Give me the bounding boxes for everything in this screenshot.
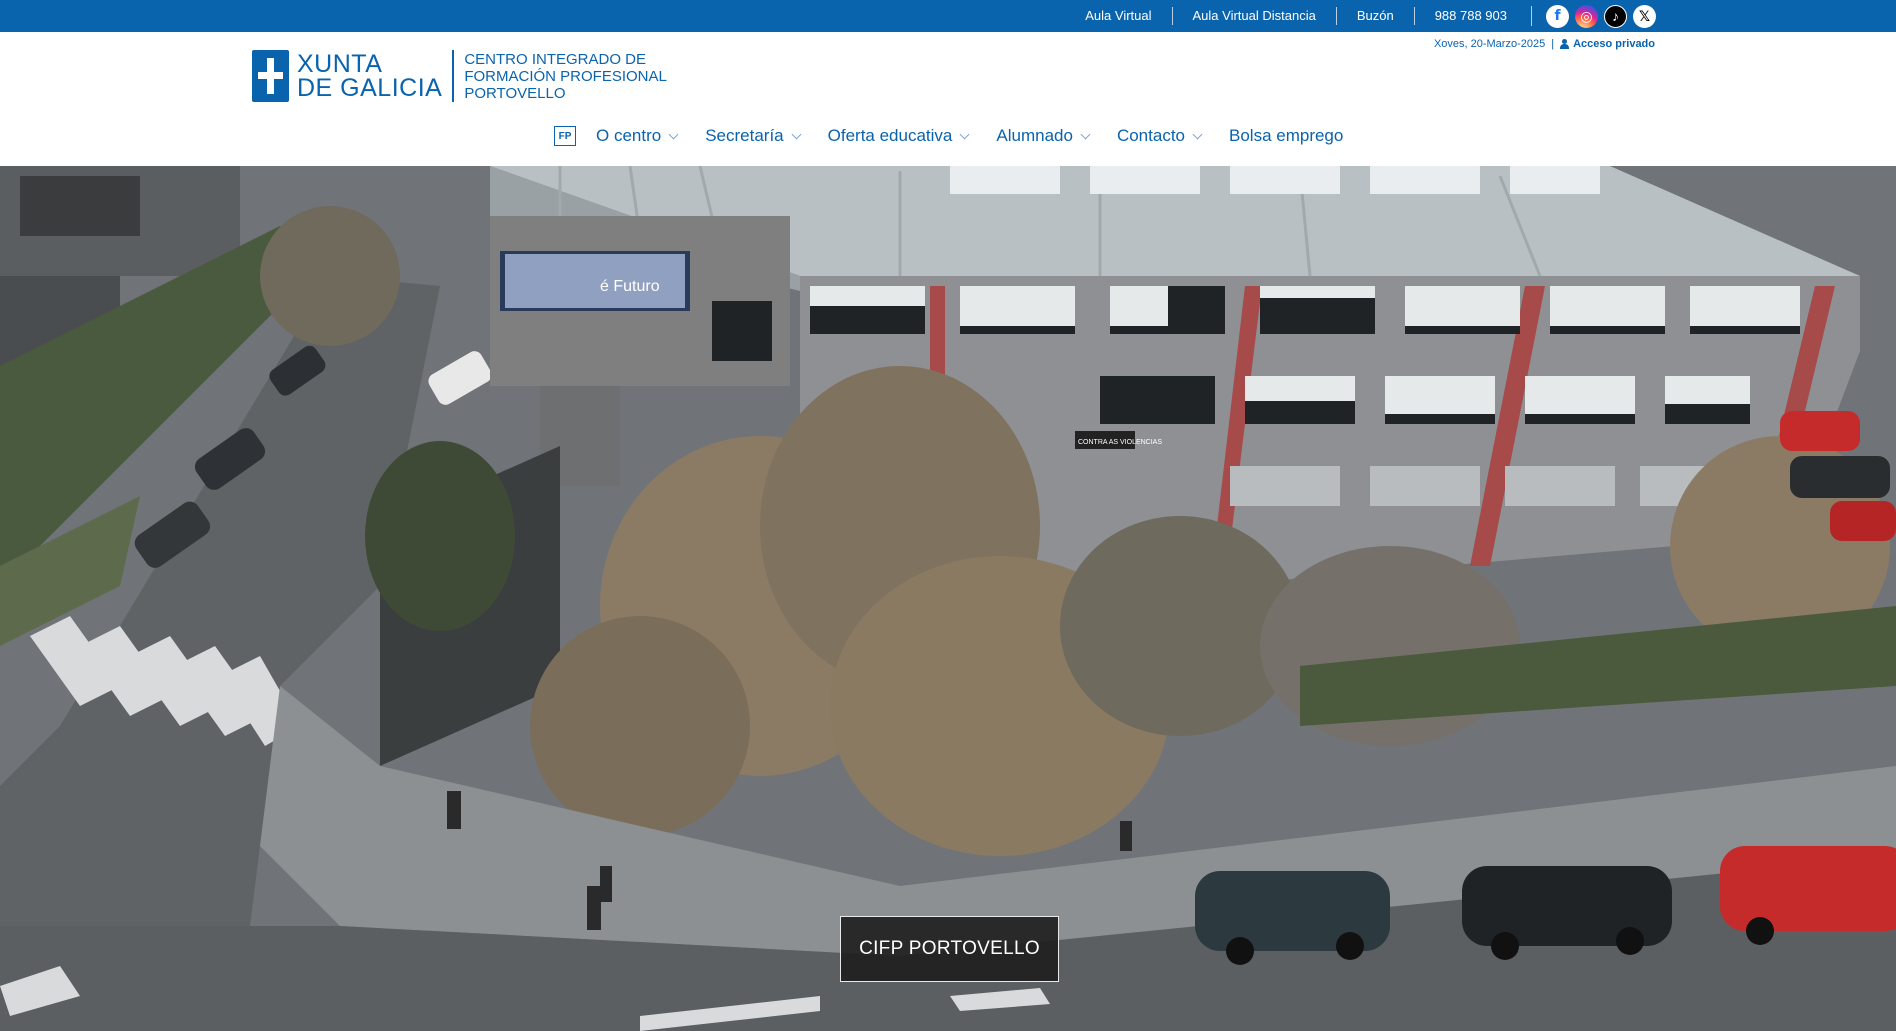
top-bar: Aula Virtual Aula Virtual Distancia Buzó… — [0, 0, 1896, 32]
date-separator: | — [1551, 38, 1555, 50]
logo-line-2: DE GALICIA — [297, 74, 443, 102]
aula-virtual-link[interactable]: Aula Virtual — [1065, 7, 1171, 25]
aula-virtual-distancia-link[interactable]: Aula Virtual Distancia — [1171, 7, 1336, 25]
fp-icon[interactable]: FP — [554, 126, 576, 146]
user-icon — [1560, 39, 1570, 49]
hero-aerial-image: é Futuro CONTRA AS VIOLENCIAS — [0, 166, 1896, 1031]
instagram-icon[interactable]: ◎ — [1575, 4, 1598, 28]
billboard-text: é Futuro — [600, 278, 660, 295]
hero-title-button[interactable]: CIFP PORTOVELLO — [840, 916, 1059, 982]
site-logo[interactable]: XUNTA DE GALICIA CENTRO INTEGRADO DE FOR… — [252, 50, 667, 102]
buzon-link[interactable]: Buzón — [1335, 7, 1414, 25]
nav-item-oferta-educativa[interactable]: Oferta educativa — [828, 126, 970, 146]
top-links: Aula Virtual Aula Virtual Distancia Buzó… — [1065, 0, 1656, 32]
chevron-down-icon — [668, 129, 679, 139]
center-name: CENTRO INTEGRADO DE FORMACIÓN PROFESIONA… — [464, 51, 667, 102]
phone-link[interactable]: 988 788 903 — [1413, 7, 1527, 25]
nav-item-o-centro[interactable]: O centro — [596, 126, 679, 146]
center-name-line-3: PORTOVELLO — [464, 84, 566, 102]
center-name-line-2: FORMACIÓN PROFESIONAL — [464, 67, 667, 85]
chevron-down-icon — [1080, 129, 1091, 139]
private-access-link[interactable]: Acceso privado — [1560, 38, 1655, 50]
site-header: XUNTA DE GALICIA CENTRO INTEGRADO DE FOR… — [0, 32, 1896, 166]
top-separator — [1531, 6, 1532, 26]
hero-banner: é Futuro CONTRA AS VIOLENCIAS — [0, 166, 1896, 1031]
current-date: Xoves, 20-Marzo-2025 — [1433, 38, 1546, 50]
main-navigation: FP O centro Secretaría Oferta educativa … — [554, 124, 1371, 148]
nav-item-bolsa-emprego[interactable]: Bolsa emprego — [1229, 126, 1343, 146]
center-name-line-1: CENTRO INTEGRADO DE — [464, 50, 647, 68]
logo-line-1: XUNTA — [297, 50, 383, 78]
social-links: f ◎ ♪ 𝕏 — [1546, 4, 1656, 28]
chevron-down-icon — [1192, 129, 1203, 139]
chevron-down-icon — [791, 129, 802, 139]
nav-item-contacto[interactable]: Contacto — [1117, 126, 1203, 146]
facebook-icon[interactable]: f — [1546, 4, 1569, 28]
nav-item-alumnado[interactable]: Alumnado — [996, 126, 1091, 146]
chevron-down-icon — [959, 129, 970, 139]
nav-item-secretaria[interactable]: Secretaría — [705, 126, 802, 146]
date-and-access: Xoves, 20-Marzo-2025 | Acceso privado — [1434, 38, 1655, 50]
xunta-shield-icon — [252, 50, 289, 102]
wall-sign-text: CONTRA AS VIOLENCIAS — [1078, 439, 1162, 446]
tiktok-icon[interactable]: ♪ — [1604, 4, 1627, 28]
logo-divider — [452, 50, 455, 102]
private-access-label: Acceso privado — [1573, 38, 1655, 50]
xunta-wordmark: XUNTA DE GALICIA — [297, 50, 443, 102]
x-twitter-icon[interactable]: 𝕏 — [1633, 4, 1656, 28]
